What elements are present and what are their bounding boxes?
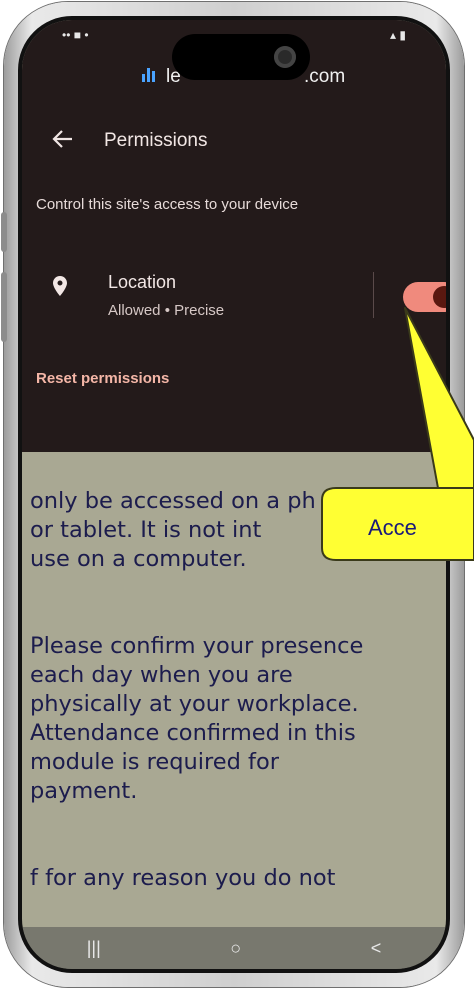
webpage-paragraph: Please confirm your presence each day wh… — [30, 633, 364, 804]
status-left-icons: •• ■ • — [62, 28, 89, 42]
side-button — [1, 272, 7, 342]
site-logo-icon — [142, 68, 156, 82]
phone-frame: only be accessed on a ph or tablet. It i… — [1, 2, 464, 987]
location-status: Allowed • Precise — [108, 302, 225, 319]
camera-icon — [274, 46, 296, 68]
location-pin-icon — [48, 274, 72, 298]
location-toggle[interactable] — [403, 282, 446, 312]
dynamic-island — [172, 34, 310, 80]
screen: only be accessed on a ph or tablet. It i… — [22, 20, 446, 969]
permissions-sheet: •• ■ • ▴ ▮ le .com Permissions Control t… — [22, 20, 446, 452]
back-nav-icon[interactable]: < — [371, 938, 382, 959]
recent-apps-icon[interactable]: ||| — [87, 938, 101, 959]
toggle-knob — [433, 286, 446, 308]
webpage-paragraph: f for any reason you do not — [30, 865, 336, 891]
permissions-description: Control this site's access to your devic… — [36, 196, 299, 213]
location-permission-row[interactable]: Location Allowed • Precise — [22, 260, 446, 330]
callout-text: Acce — [368, 515, 417, 540]
divider — [373, 272, 374, 318]
phone-bezel: only be accessed on a ph or tablet. It i… — [18, 16, 450, 973]
navigation-bar: ||| ○ < — [22, 927, 446, 969]
url-text-suffix: .com — [304, 66, 346, 87]
reset-permissions-button[interactable]: Reset permissions — [36, 370, 169, 387]
page-title: Permissions — [104, 130, 208, 151]
side-button — [1, 212, 7, 252]
back-arrow-icon[interactable] — [50, 126, 80, 156]
status-right-icons: ▴ ▮ — [390, 28, 406, 42]
home-icon[interactable]: ○ — [230, 938, 241, 959]
location-label: Location — [108, 272, 177, 292]
